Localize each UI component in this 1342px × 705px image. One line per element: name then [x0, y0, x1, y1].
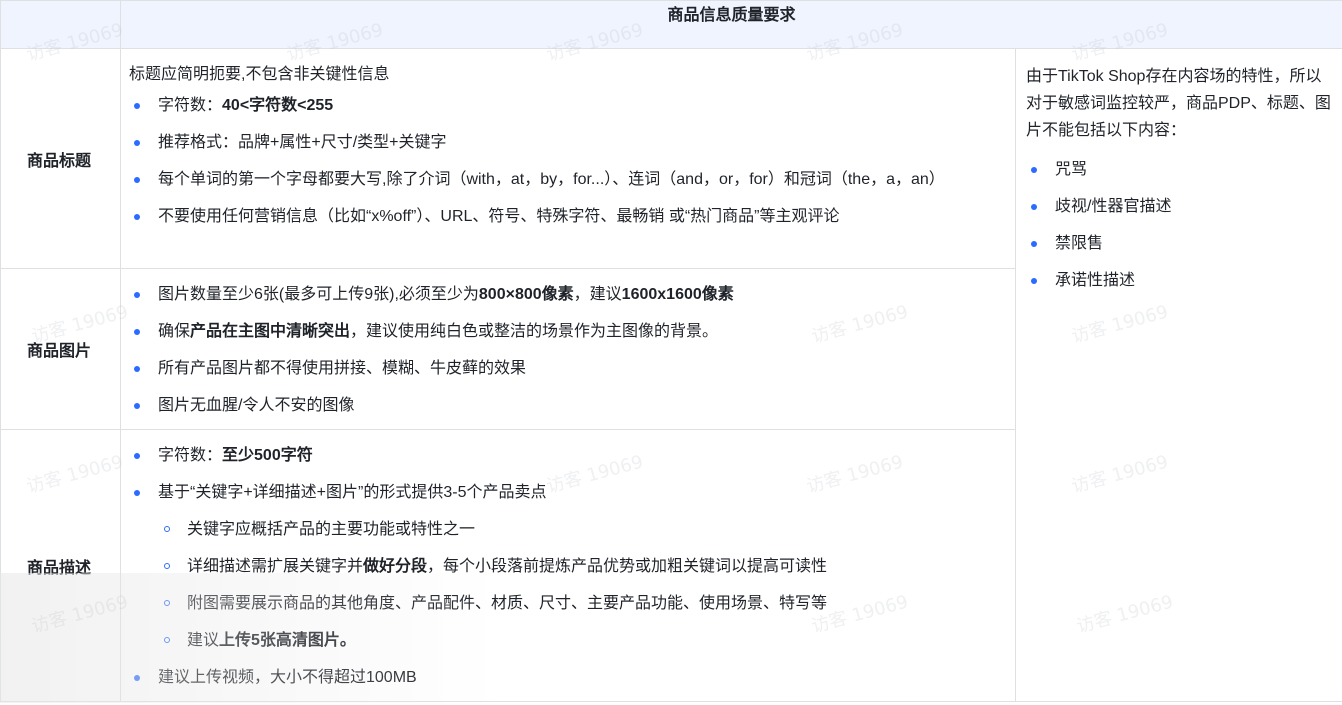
list-item: 歧视/性器官描述	[1026, 193, 1332, 220]
list-item: 咒骂	[1026, 156, 1332, 183]
row-label-description: 商品描述	[0, 429, 121, 702]
title-intro: 标题应简明扼要,不包含非关键性信息	[129, 66, 390, 83]
list-item: 字符数：至少500字符	[129, 442, 1005, 469]
list-item: 确保产品在主图中清晰突出，建议使用纯白色或整洁的场景作为主图像的背景。	[129, 318, 1005, 345]
sub-list-item: 详细描述需扩展关键字并做好分段，每个小段落前提炼产品优势或加粗关键词以提高可读性	[129, 553, 1005, 580]
list-item: 承诺性描述	[1026, 267, 1332, 294]
sub-list-item: 关键字应概括产品的主要功能或特性之一	[129, 516, 1005, 543]
title-requirements: 标题应简明扼要,不包含非关键性信息 字符数：40<字符数<255 推荐格式：品牌…	[120, 48, 1016, 269]
restricted-intro: 由于TikTok Shop存在内容场的特性，所以对于敏感词监控较严，商品PDP、…	[1026, 68, 1331, 139]
list-item: 禁限售	[1026, 230, 1332, 257]
corner-cell	[0, 0, 121, 49]
row-label-images: 商品图片	[0, 268, 121, 430]
sub-list-item: 建议上传5张高清图片。	[129, 627, 1005, 654]
image-requirements: 图片数量至少6张(最多可上传9张),必须至少为800×800像素，建议1600x…	[120, 268, 1016, 430]
sub-list-item: 附图需要展示商品的其他角度、产品配件、材质、尺寸、主要产品功能、使用场景、特写等	[129, 590, 1005, 617]
quality-requirements-table: 商品信息质量要求 商品标题 标题应简明扼要,不包含非关键性信息 字符数：40<字…	[0, 0, 1342, 702]
table-header: 商品信息质量要求	[119, 0, 1342, 49]
list-item: 不要使用任何营销信息（比如“x%off”）、URL、符号、特殊字符、最畅销 或“…	[129, 203, 1005, 230]
list-item: 每个单词的第一个字母都要大写,除了介词（with，at，by，for...）、连…	[129, 166, 1005, 193]
list-item: 基于“关键字+详细描述+图片”的形式提供3-5个产品卖点	[129, 479, 1005, 506]
list-item: 所有产品图片都不得使用拼接、模糊、牛皮藓的效果	[129, 355, 1005, 382]
list-item: 图片数量至少6张(最多可上传9张),必须至少为800×800像素，建议1600x…	[129, 281, 1005, 308]
list-item: 字符数：40<字符数<255	[129, 92, 1005, 119]
restricted-content-cell: 由于TikTok Shop存在内容场的特性，所以对于敏感词监控较严，商品PDP、…	[1014, 48, 1342, 702]
list-item: 建议上传视频，大小不得超过100MB	[129, 664, 1005, 691]
list-item: 图片无血腥/令人不安的图像	[129, 392, 1005, 419]
list-item: 推荐格式：品牌+属性+尺寸/类型+关键字	[129, 129, 1005, 156]
row-label-title: 商品标题	[0, 48, 121, 269]
description-requirements: 字符数：至少500字符 基于“关键字+详细描述+图片”的形式提供3-5个产品卖点…	[120, 429, 1016, 702]
